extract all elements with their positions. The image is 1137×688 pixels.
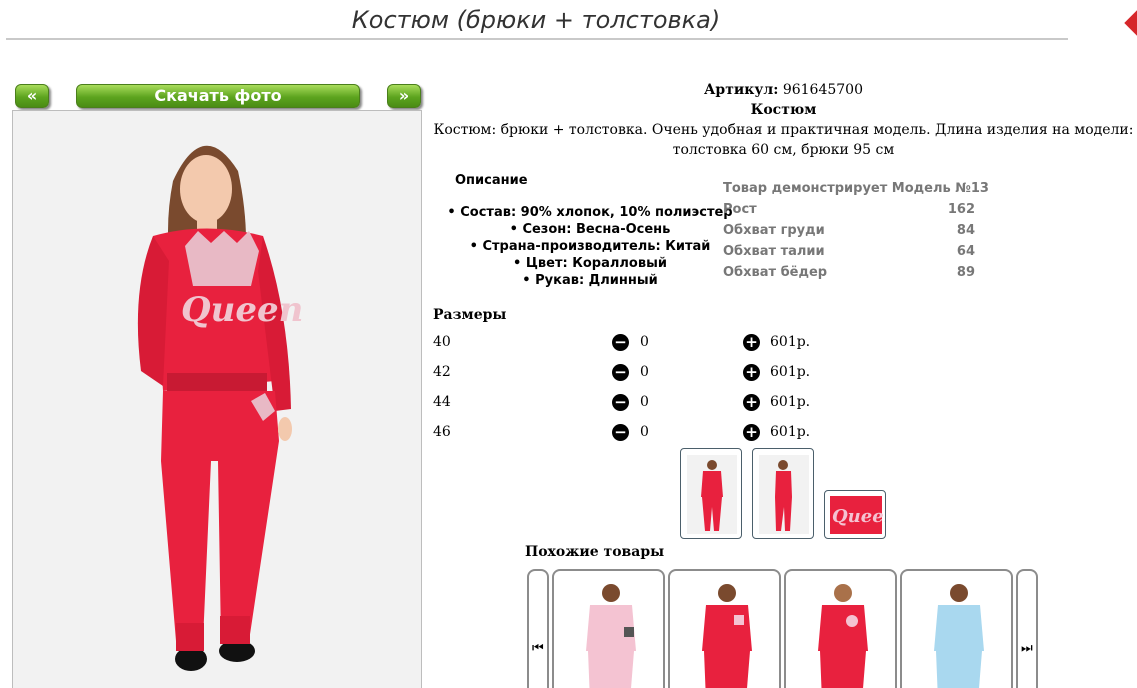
plus-circle-icon[interactable]: +: [743, 364, 760, 381]
download-photo-button[interactable]: Скачать фото: [76, 84, 360, 108]
minus-circle-icon[interactable]: −: [612, 334, 629, 351]
sizes-heading: Размеры: [433, 307, 507, 323]
size-value: 46: [433, 424, 451, 440]
product-name: Костюм: [750, 102, 817, 118]
model-figure-image: Queen: [13, 111, 421, 688]
measurement-value: 84: [956, 223, 975, 238]
measurement-row: Обхват груди 84: [723, 222, 975, 243]
similar-product-item[interactable]: [900, 569, 1013, 688]
minus-circle-icon[interactable]: −: [612, 394, 629, 411]
size-row: 42 − 0 + 601р.: [433, 362, 833, 382]
article-label: Артикул:: [704, 82, 779, 98]
previous-photo-button[interactable]: «: [15, 84, 49, 108]
feature-item: Состав: 90% хлопок, 10% полиэстер: [440, 204, 740, 221]
next-photo-button[interactable]: »: [387, 84, 421, 108]
product-info: Артикул: 961645700 Костюм Костюм: брюки …: [430, 80, 1137, 160]
svg-text:Queen: Queen: [181, 290, 303, 330]
measurement-value: 89: [956, 265, 975, 280]
main-product-photo[interactable]: Queen: [12, 110, 422, 688]
quantity-value: 0: [640, 364, 649, 380]
measurement-label: Обхват талии: [723, 244, 825, 259]
title-divider: [6, 38, 1068, 40]
measurement-row: Обхват бёдер 89: [723, 264, 975, 285]
model-title: Товар демонстрирует Модель №13: [723, 181, 989, 196]
feature-item: Рукав: Длинный: [440, 272, 740, 289]
size-row: 40 − 0 + 601р.: [433, 332, 833, 352]
feature-item: Страна-производитель: Китай: [440, 238, 740, 255]
corner-logo-icon[interactable]: [1124, 10, 1137, 36]
measurement-value: 162: [947, 202, 975, 217]
size-value: 44: [433, 394, 451, 410]
similar-products-heading: Похожие товары: [525, 544, 665, 560]
carousel-next-button[interactable]: ⏭: [1016, 569, 1038, 688]
measurement-row: Обхват талии 64: [723, 243, 975, 264]
photo-thumbnail[interactable]: Queen: [824, 490, 886, 539]
size-value: 40: [433, 334, 451, 350]
measurement-value: 64: [956, 244, 975, 259]
description-heading: Описание: [455, 173, 528, 188]
measurement-row: Рост 162: [723, 201, 975, 222]
feature-item: Цвет: Коралловый: [440, 255, 740, 272]
product-description: Костюм: брюки + толстовка. Очень удобная…: [433, 122, 1134, 158]
photo-thumbnail[interactable]: [752, 448, 814, 539]
price-value: 601р.: [770, 334, 811, 350]
model-measurements: Товар демонстрирует Модель №13 Рост 162 …: [723, 180, 989, 285]
size-value: 42: [433, 364, 451, 380]
measurement-label: Обхват груди: [723, 223, 825, 238]
article-line: Артикул: 961645700: [430, 80, 1137, 100]
quantity-value: 0: [640, 334, 649, 350]
feature-item: Сезон: Весна-Осень: [440, 221, 740, 238]
price-value: 601р.: [770, 394, 811, 410]
carousel-prev-button[interactable]: ⏮: [527, 569, 549, 688]
skip-forward-icon: ⏭: [1021, 641, 1033, 656]
minus-circle-icon[interactable]: −: [612, 424, 629, 441]
size-row: 46 − 0 + 601р.: [433, 422, 833, 442]
page-title: Костюм (брюки + толстовка): [351, 6, 721, 34]
minus-circle-icon[interactable]: −: [612, 364, 629, 381]
measurement-label: Рост: [723, 202, 757, 217]
article-value: 961645700: [782, 82, 863, 98]
plus-circle-icon[interactable]: +: [743, 424, 760, 441]
plus-circle-icon[interactable]: +: [743, 334, 760, 351]
similar-product-item[interactable]: [784, 569, 897, 688]
skip-back-icon: ⏮: [532, 641, 544, 656]
price-value: 601р.: [770, 364, 811, 380]
price-value: 601р.: [770, 424, 811, 440]
svg-text:Queen: Queen: [832, 506, 886, 527]
quantity-value: 0: [640, 394, 649, 410]
plus-circle-icon[interactable]: +: [743, 394, 760, 411]
size-row: 44 − 0 + 601р.: [433, 392, 833, 412]
similar-product-item[interactable]: [668, 569, 781, 688]
feature-list: Состав: 90% хлопок, 10% полиэстер Сезон:…: [440, 204, 740, 289]
photo-thumbnail[interactable]: [680, 448, 742, 539]
similar-product-item[interactable]: [552, 569, 665, 688]
quantity-value: 0: [640, 424, 649, 440]
measurement-label: Обхват бёдер: [723, 265, 828, 280]
